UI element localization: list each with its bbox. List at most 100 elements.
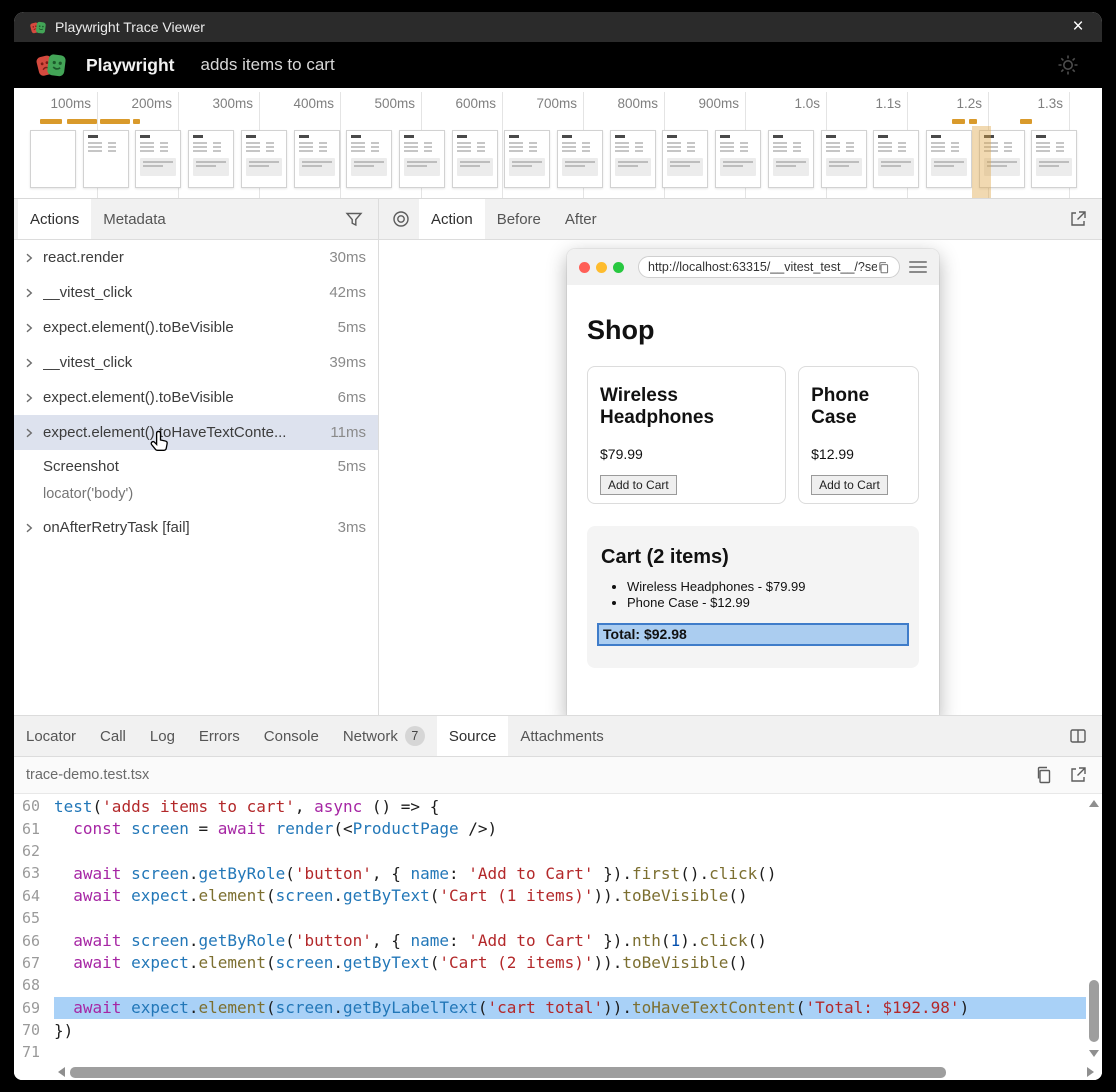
action-duration: 30ms [329,249,366,266]
filter-icon[interactable] [344,209,364,229]
tab-attachments[interactable]: Attachments [508,716,615,756]
chevron-right-icon[interactable] [24,253,43,263]
tab-source[interactable]: Source [437,716,509,756]
timeline-screenshot-thumbnail[interactable] [188,130,234,188]
tab-metadata[interactable]: Metadata [91,199,178,239]
chevron-right-icon[interactable] [24,288,43,298]
close-icon[interactable]: × [1064,13,1092,41]
settings-gear-icon[interactable] [1056,53,1080,77]
tab-before[interactable]: Before [485,199,553,239]
action-row[interactable]: react.render30ms [14,240,378,275]
line-code: await expect.element(screen.getByText('C… [54,952,1086,974]
open-snapshot-popout-icon[interactable] [1068,209,1088,229]
chevron-right-icon[interactable] [24,358,43,368]
timeline-screenshot-thumbnail[interactable] [873,130,919,188]
source-line: 64 await expect.element(screen.getByText… [14,885,1086,907]
action-row[interactable]: __vitest_click42ms [14,275,378,310]
main-split: Actions Metadata react.render30ms__vites… [14,199,1102,715]
product-card: Phone Case $12.99 Add to Cart [798,366,919,504]
line-code: }) [54,1019,1086,1041]
action-row[interactable]: expect.element().toBeVisible6ms [14,380,378,415]
add-to-cart-button: Add to Cart [811,475,888,495]
copy-source-icon[interactable] [1034,765,1054,785]
pick-locator-button[interactable] [383,199,419,239]
timeline-screenshot-thumbnail[interactable] [662,130,708,188]
timeline-screenshot-thumbnail[interactable] [768,130,814,188]
product-price: $79.99 [600,446,773,462]
scroll-up-arrow[interactable] [1089,800,1099,807]
timeline-screenshot-thumbnail[interactable] [715,130,761,188]
vertical-scrollbar[interactable] [1086,794,1102,1062]
page-url: http://localhost:63315/__vitest_test__/?… [648,260,877,274]
tab-call[interactable]: Call [88,716,138,756]
line-number: 69 [14,999,54,1017]
timeline-screenshot-thumbnail[interactable] [346,130,392,188]
tab-locator[interactable]: Locator [14,716,88,756]
tab-console[interactable]: Console [252,716,331,756]
tab-after[interactable]: After [553,199,609,239]
chevron-right-icon[interactable] [24,428,43,438]
timeline-screenshot-thumbnail[interactable] [821,130,867,188]
timeline-selection-band[interactable] [972,126,991,198]
source-line: 60test('adds items to cart', async () =>… [14,795,1086,817]
tab-action[interactable]: Action [419,199,485,239]
vertical-scroll-thumb[interactable] [1089,980,1099,1042]
action-row[interactable]: expect.element().toBeVisible5ms [14,310,378,345]
chevron-right-icon[interactable] [24,523,43,533]
timeline-screenshot-thumbnail[interactable] [241,130,287,188]
action-row[interactable]: expect.element().toHaveTextConte...11ms [14,415,378,450]
network-count-badge: 7 [405,726,425,746]
snapshot-toolbar: Action Before After [379,199,1102,240]
scroll-down-arrow[interactable] [1089,1050,1099,1057]
action-row[interactable]: Screenshot5ms [14,450,378,482]
source-line: 65 [14,907,1086,929]
chevron-right-icon[interactable] [24,393,43,403]
cart-title: Cart (2 items) [597,546,909,569]
horizontal-scroll-thumb[interactable] [70,1067,946,1078]
snapshot-page: Shop Wireless Headphones $79.99 Add to C… [567,315,939,668]
tab-errors[interactable]: Errors [187,716,252,756]
scroll-right-arrow[interactable] [1087,1067,1094,1077]
timeline-screenshot-thumbnail[interactable] [135,130,181,188]
details-tabbar: LocatorCallLogErrorsConsoleNetwork7Sourc… [14,716,1102,757]
timeline-tick-label: 1.2s [916,96,982,111]
tab-network[interactable]: Network7 [331,716,437,756]
source-line: 66 await screen.getByRole('button', { na… [14,929,1086,951]
timeline[interactable]: 100ms200ms300ms400ms500ms600ms700ms800ms… [14,88,1102,199]
timeline-screenshot-thumbnail[interactable] [610,130,656,188]
line-code: const screen = await render(<ProductPage… [54,817,1086,839]
action-locator: locator('body') [14,482,378,510]
timeline-screenshot-thumbnail[interactable] [30,130,76,188]
timeline-tick-label: 1.0s [754,96,820,111]
timeline-screenshot-thumbnail[interactable] [1031,130,1077,188]
timeline-screenshot-thumbnail[interactable] [452,130,498,188]
tab-actions[interactable]: Actions [18,199,91,239]
action-label: __vitest_click [43,354,321,371]
product-price: $12.99 [811,446,906,462]
chevron-right-icon[interactable] [24,323,43,333]
product-grid: Wireless Headphones $79.99 Add to Cart P… [587,366,919,504]
timeline-tick-label: 500ms [349,96,415,111]
timeline-screenshot-thumbnail[interactable] [557,130,603,188]
timeline-screenshot-thumbnail[interactable] [294,130,340,188]
action-row[interactable]: onAfterRetryTask [fail]3ms [14,510,378,545]
line-code: await expect.element(screen.getByLabelTe… [54,997,1086,1019]
open-source-popout-icon[interactable] [1068,765,1088,785]
timeline-screenshot-thumbnail[interactable] [504,130,550,188]
timeline-screenshot-thumbnail[interactable] [399,130,445,188]
tab-log[interactable]: Log [138,716,187,756]
product-name: Phone Case [811,385,906,430]
timeline-tick-label: 400ms [268,96,334,111]
timeline-screenshot-thumbnail[interactable] [926,130,972,188]
target-icon [391,209,411,229]
scroll-left-arrow[interactable] [58,1067,65,1077]
action-row[interactable]: __vitest_click39ms [14,345,378,380]
timeline-screenshot-thumbnail[interactable] [83,130,129,188]
line-code: test('adds items to cart', async () => { [54,795,1086,817]
copy-url-icon[interactable] [877,261,890,274]
toggle-columns-icon[interactable] [1068,726,1088,746]
action-duration: 6ms [338,389,366,406]
action-duration: 5ms [338,319,366,336]
horizontal-scrollbar[interactable] [14,1062,1102,1080]
actions-toolbar: Actions Metadata [14,199,378,240]
